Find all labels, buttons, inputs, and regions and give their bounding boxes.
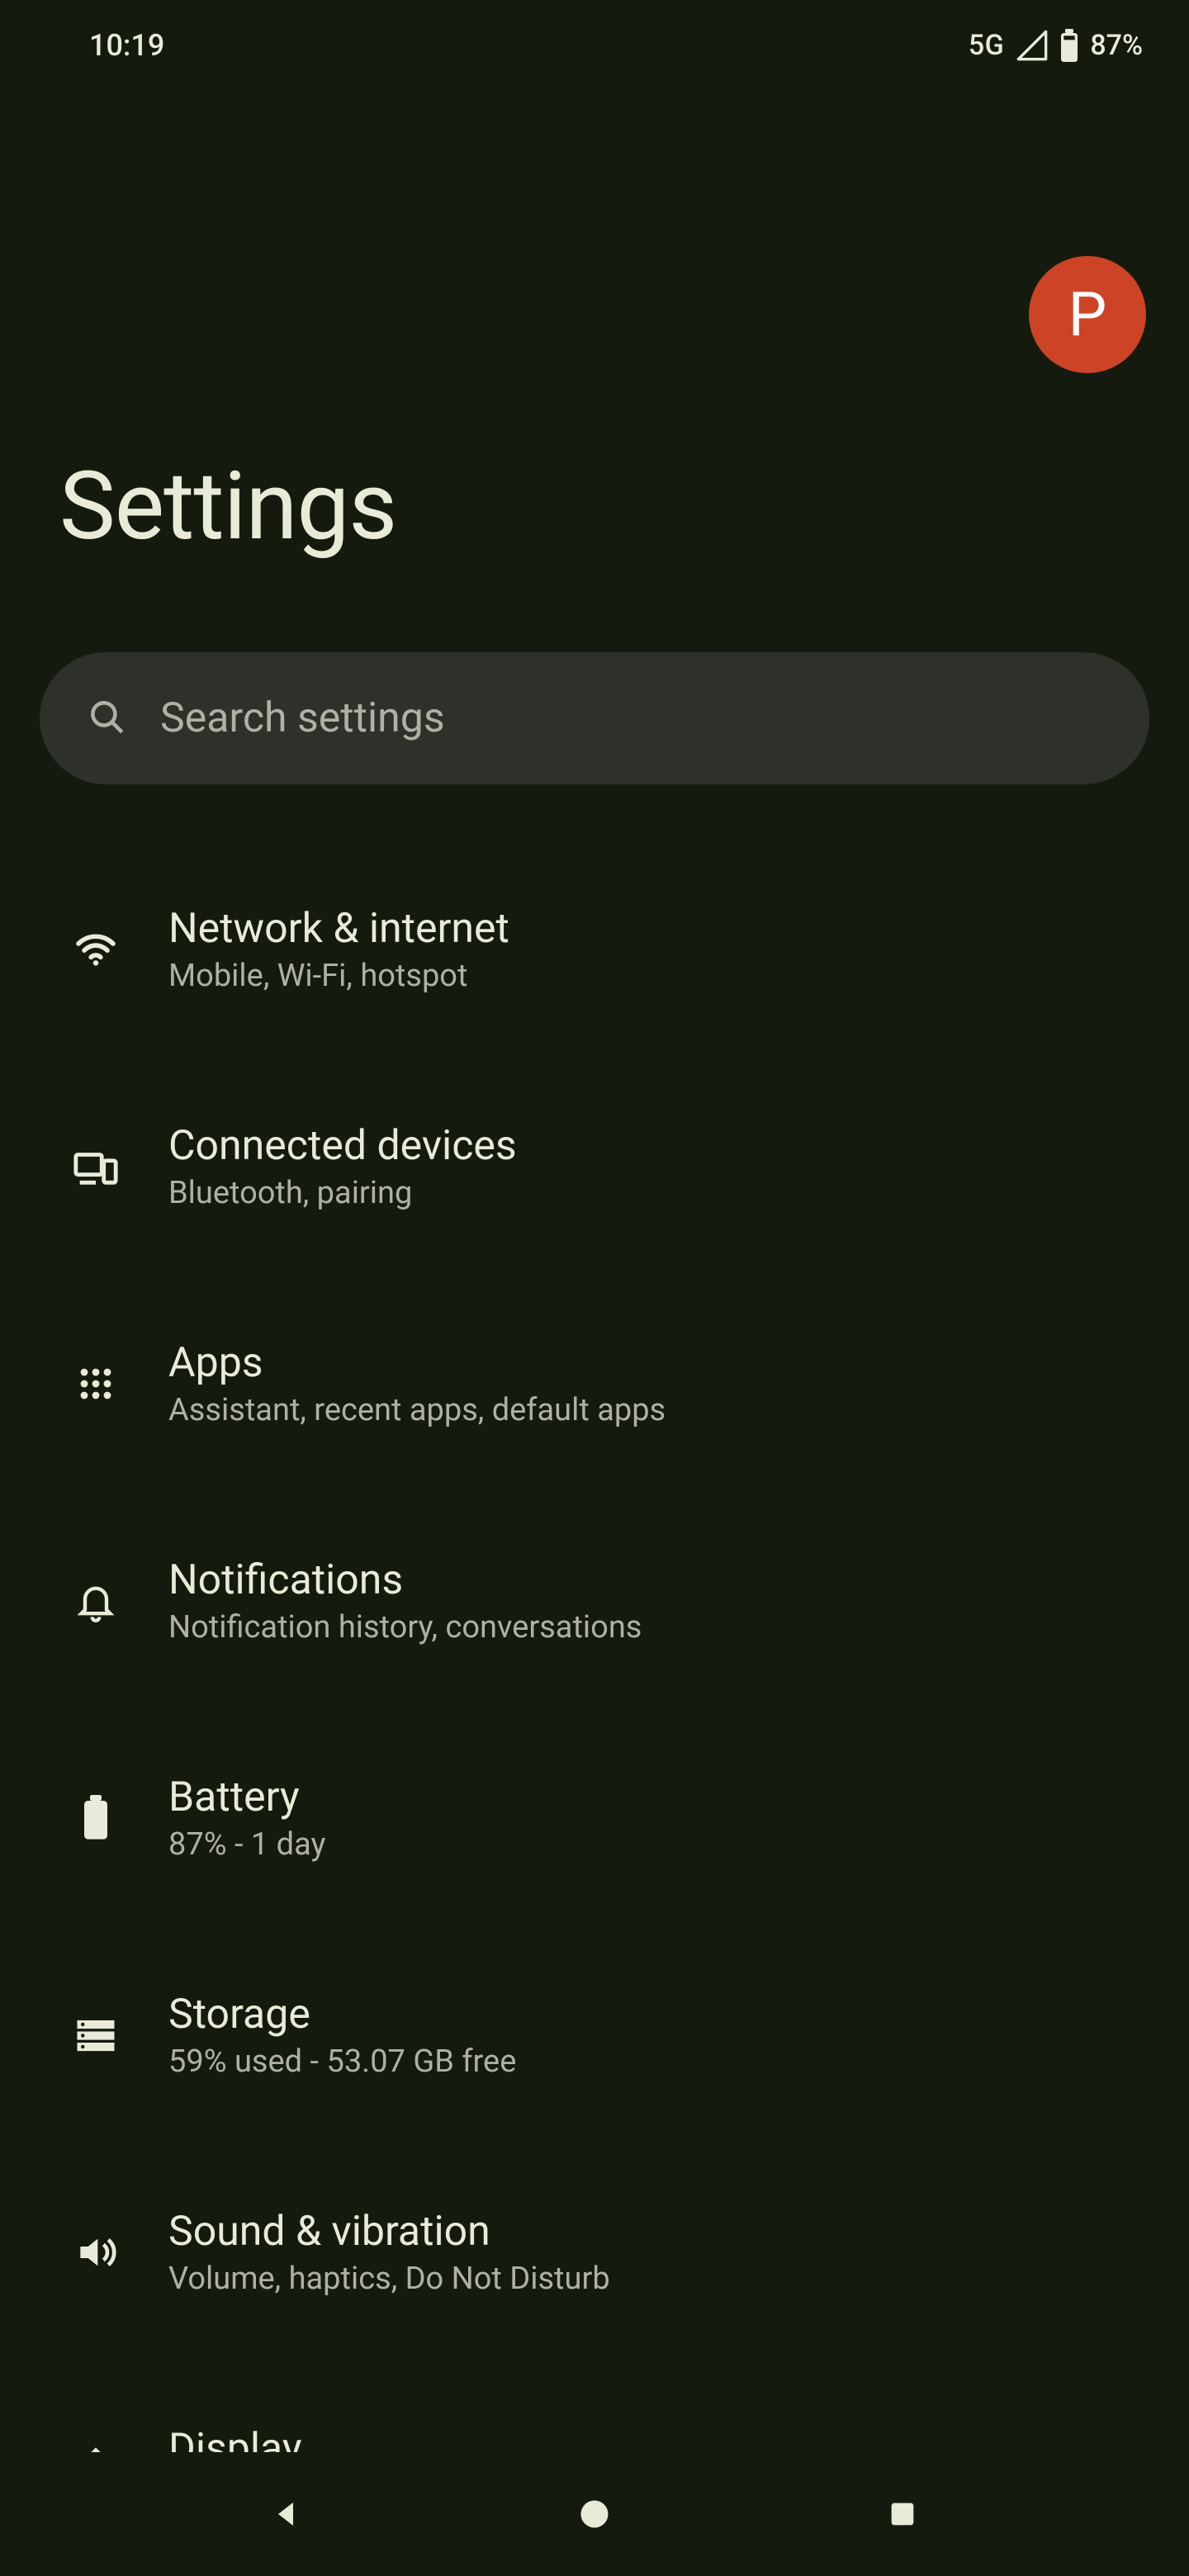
brightness-icon xyxy=(56,2446,135,2453)
settings-item-sound[interactable]: Sound & vibration Volume, haptics, Do No… xyxy=(40,2143,1149,2361)
nav-home-button[interactable] xyxy=(545,2465,644,2564)
navigation-bar xyxy=(0,2452,1189,2576)
nav-recents-button[interactable] xyxy=(853,2465,952,2564)
settings-item-subtitle: Notification history, conversations xyxy=(168,1609,642,1646)
settings-item-subtitle: Mobile, Wi-Fi, hotspot xyxy=(168,958,509,994)
status-right: 5G 87% xyxy=(969,29,1143,62)
settings-item-battery[interactable]: Battery 87% - 1 day xyxy=(40,1709,1149,1926)
status-bar: 10:19 5G 87% xyxy=(0,0,1189,91)
settings-item-title: Apps xyxy=(168,1339,666,1387)
devices-icon xyxy=(56,1143,135,1191)
settings-item-subtitle: Assistant, recent apps, default apps xyxy=(168,1392,666,1428)
status-battery-percent: 87% xyxy=(1090,29,1143,62)
settings-item-title: Storage xyxy=(168,1991,516,2039)
settings-item-subtitle: 59% used - 53.07 GB free xyxy=(168,2043,516,2080)
settings-item-network[interactable]: Network & internet Mobile, Wi-Fi, hotspo… xyxy=(40,841,1149,1058)
settings-item-connected-devices[interactable]: Connected devices Bluetooth, pairing xyxy=(40,1058,1149,1275)
settings-item-title: Sound & vibration xyxy=(168,2208,610,2256)
content-area: P Settings Search settings Network & int… xyxy=(0,91,1189,2452)
settings-item-title: Connected devices xyxy=(168,1122,517,1170)
avatar-initial: P xyxy=(1068,279,1107,351)
search-bar[interactable]: Search settings xyxy=(40,652,1149,784)
apps-icon xyxy=(56,1364,135,1404)
settings-item-notifications[interactable]: Notifications Notification history, conv… xyxy=(40,1492,1149,1709)
page-title: Settings xyxy=(59,451,396,561)
battery-icon xyxy=(1059,29,1080,62)
settings-item-title: Battery xyxy=(168,1773,325,1821)
wifi-icon xyxy=(56,926,135,973)
signal-icon xyxy=(1016,29,1049,62)
search-icon xyxy=(86,696,127,741)
storage-icon xyxy=(56,2013,135,2057)
status-network-label: 5G xyxy=(969,29,1004,62)
settings-item-subtitle: Volume, haptics, Do Not Disturb xyxy=(168,2261,610,2297)
settings-list: Network & internet Mobile, Wi-Fi, hotspo… xyxy=(40,841,1149,2452)
battery-icon xyxy=(56,1795,135,1841)
volume-icon xyxy=(56,2229,135,2275)
search-placeholder: Search settings xyxy=(160,694,445,742)
settings-item-title: Display xyxy=(168,2425,624,2453)
nav-back-button[interactable] xyxy=(237,2465,336,2564)
settings-item-subtitle: Bluetooth, pairing xyxy=(168,1175,517,1211)
settings-item-storage[interactable]: Storage 59% used - 53.07 GB free xyxy=(40,1926,1149,2143)
settings-item-title: Notifications xyxy=(168,1556,642,1604)
settings-item-title: Network & internet xyxy=(168,905,509,953)
profile-avatar[interactable]: P xyxy=(1029,256,1146,373)
bell-icon xyxy=(56,1579,135,1622)
settings-item-display[interactable]: Display Dark theme, font size, brightnes… xyxy=(40,2361,1149,2452)
settings-item-subtitle: 87% - 1 day xyxy=(168,1826,325,1863)
settings-item-apps[interactable]: Apps Assistant, recent apps, default app… xyxy=(40,1275,1149,1492)
status-time: 10:19 xyxy=(89,28,164,63)
